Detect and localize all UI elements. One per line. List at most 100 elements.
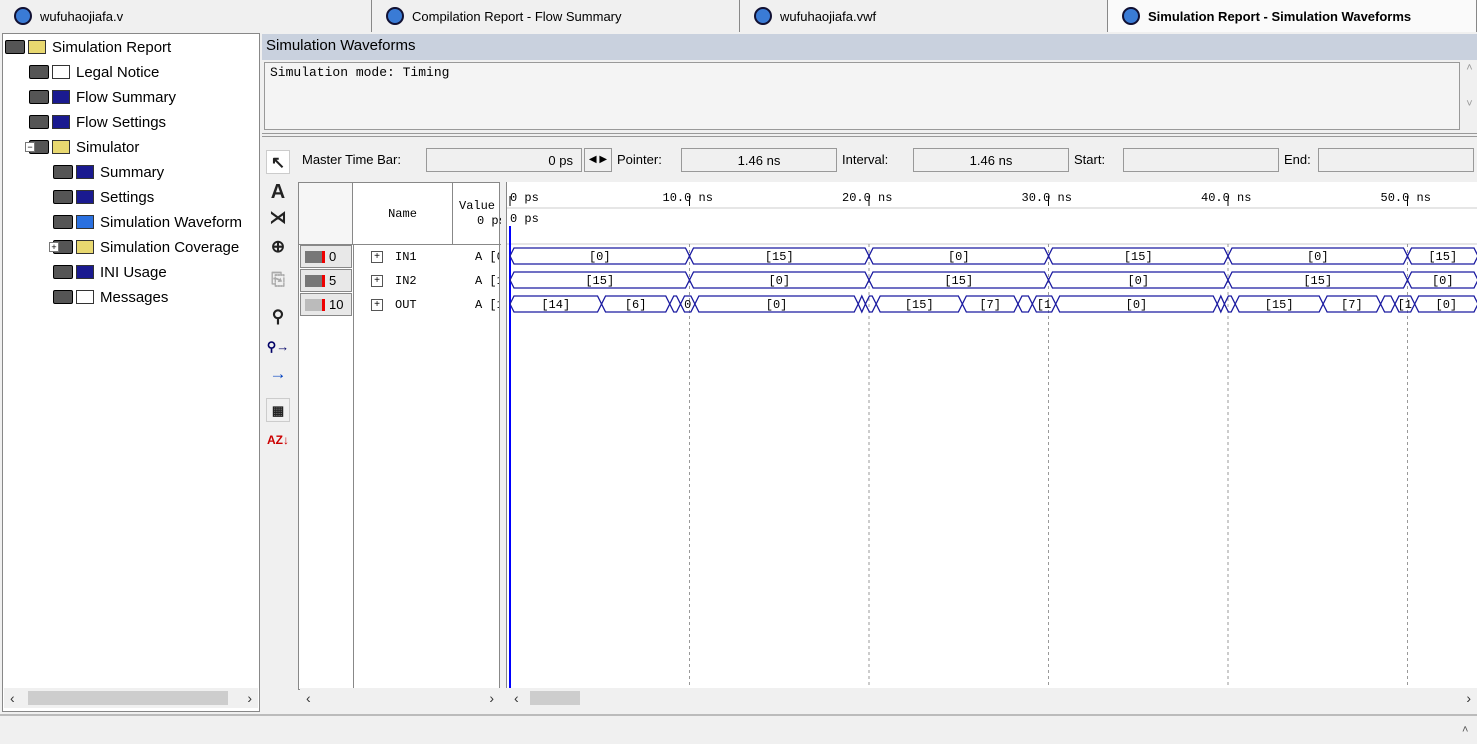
waveform-scrollbar[interactable]: ‹ › [508,688,1477,708]
segment-value: [15] [765,250,794,264]
table-scrollbar[interactable]: ‹ › [300,688,500,708]
expand-toggle[interactable]: + [49,242,59,252]
tree-item[interactable]: Flow Settings [29,111,166,133]
name-column-header[interactable]: Name [353,183,453,245]
signal-name[interactable]: IN2 [395,274,417,288]
splitter[interactable] [262,133,1477,137]
signal-table: Name Value 0 ps 0 + IN1 A [0] 5 + IN2 A [… [298,182,501,691]
time-tick-label: 10.0 ns [663,191,713,205]
tree-item-label: Simulation Coverage [100,238,240,256]
expand-bus-icon[interactable]: + [371,275,383,287]
message-scrollbar[interactable]: ˄ ˅ [1462,62,1477,130]
tree-item-label: INI Usage [100,263,167,281]
info-icon [76,290,94,304]
tab-1[interactable]: Compilation Report - Flow Summary [372,0,740,32]
report-icon [386,7,404,25]
output-pin-icon [305,298,325,311]
signal-name[interactable]: OUT [395,298,417,312]
input-pin-icon [305,274,325,287]
status-scroll-up[interactable]: ˄ [1462,724,1468,736]
status-bar [0,714,1477,744]
tree-item-label: Summary [100,163,165,181]
waveform-area[interactable]: 0 ps 10.0 ns 20.0 ns 30.0 ns 40.0 ns 50.0 ns 0… [506,182,1477,688]
signal-index-button[interactable]: 5 [300,269,352,292]
tree-item[interactable]: Flow Summary [29,86,176,108]
table-icon [76,190,94,204]
segment-value: [0] [1307,250,1329,264]
tree-item-label: Simulation Report [52,38,172,56]
interval-label: Interval: [842,152,889,167]
selection-tool-icon[interactable]: ↖ [266,150,290,174]
tab-3[interactable]: Simulation Report - Simulation Waveforms [1108,0,1477,32]
tree-item-label: Simulator [76,138,140,156]
time-tick-label: 50.0 ns [1381,191,1431,205]
table-icon [52,115,70,129]
waveform-icon [76,215,94,229]
tree-scrollbar[interactable]: ‹ › [4,688,258,708]
waveform-edit-tool-icon[interactable]: ⋊ [266,206,290,230]
segment-value: [15] [1124,250,1153,264]
waveform-segment [1017,295,1034,313]
copy-icon[interactable]: ⎘ [266,268,290,292]
tree-item[interactable]: Simulation Waveform [53,211,242,233]
text-tool-icon[interactable]: A [266,180,290,204]
printer-icon [53,165,73,179]
report-tree: Simulation Report Legal Notice Flow Summar… [2,33,260,712]
tab-0[interactable]: wufuhaojiafa.v [0,0,372,32]
tree-item-label: Flow Settings [76,113,167,131]
expand-bus-icon[interactable]: + [371,299,383,311]
table-icon [76,265,94,279]
segment-value: [1 [1037,298,1051,312]
tree-item[interactable]: INI Usage [53,261,167,283]
segment-value: 0 [684,298,691,312]
pointer-field: 1.46 ns [681,148,837,172]
input-pin-icon [305,250,325,263]
tab-label: wufuhaojiafa.v [40,8,124,24]
signal-index-button[interactable]: 0 [300,245,352,268]
signal-name[interactable]: IN1 [395,250,417,264]
tab-label: wufuhaojiafa.vwf [780,8,877,24]
tree-item-label: Settings [100,188,155,206]
segment-value: [15] [905,298,934,312]
printer-icon [29,65,49,79]
printer-icon [29,115,49,129]
tree-item[interactable]: Legal Notice [29,61,159,83]
interval-field: 1.46 ns [913,148,1069,172]
segment-value: [1 [1398,298,1412,312]
find-icon[interactable]: ⚲ [266,305,290,329]
sort-icon[interactable]: AZ↓ [266,428,290,452]
tree-item[interactable]: Simulation Coverage [53,236,239,258]
master-time-bar-field[interactable]: 0 ps [426,148,582,172]
tree-item-label: Simulation Waveform [100,213,242,231]
tree-item[interactable]: Settings [53,186,154,208]
signal-value: A [15] [475,274,499,288]
tab-2[interactable]: wufuhaojiafa.vwf [740,0,1108,32]
tree-item[interactable]: Messages [53,286,168,308]
signal-index-button[interactable]: 10 [300,293,352,316]
folder-icon [76,240,94,254]
waveform-svg: 0 ps 10.0 ns 20.0 ns 30.0 ns 40.0 ns 50.0 ns 0… [507,191,1477,688]
value-column-header[interactable]: Value [453,199,501,213]
goto-icon[interactable]: → [266,362,290,386]
tree-item[interactable]: Simulator [29,136,139,158]
group-icon[interactable]: ▦ [266,398,290,422]
tree-item[interactable]: Simulation Report [5,36,171,58]
collapse-toggle[interactable]: − [25,142,35,152]
table-icon [52,90,70,104]
tree-item[interactable]: Summary [53,161,164,183]
find-next-icon[interactable]: ⚲→ [266,335,290,359]
master-time-bar-label: Master Time Bar: [302,152,401,167]
expand-bus-icon[interactable]: + [371,251,383,263]
segment-value: [15] [1303,274,1332,288]
signal-value: A [14] [475,298,499,312]
segment-value: [0] [1436,298,1458,312]
time-tick-label: 20.0 ns [842,191,892,205]
end-field[interactable] [1318,148,1474,172]
printer-icon [53,215,73,229]
start-field[interactable] [1123,148,1279,172]
time-bar-arrows[interactable]: ◀ ▶ [584,148,612,172]
panel-header: Simulation Waveforms [262,34,1477,60]
zoom-tool-icon[interactable]: ⊕ [266,235,290,259]
waveform-segment [1216,294,1226,314]
verilog-file-icon [14,7,32,25]
